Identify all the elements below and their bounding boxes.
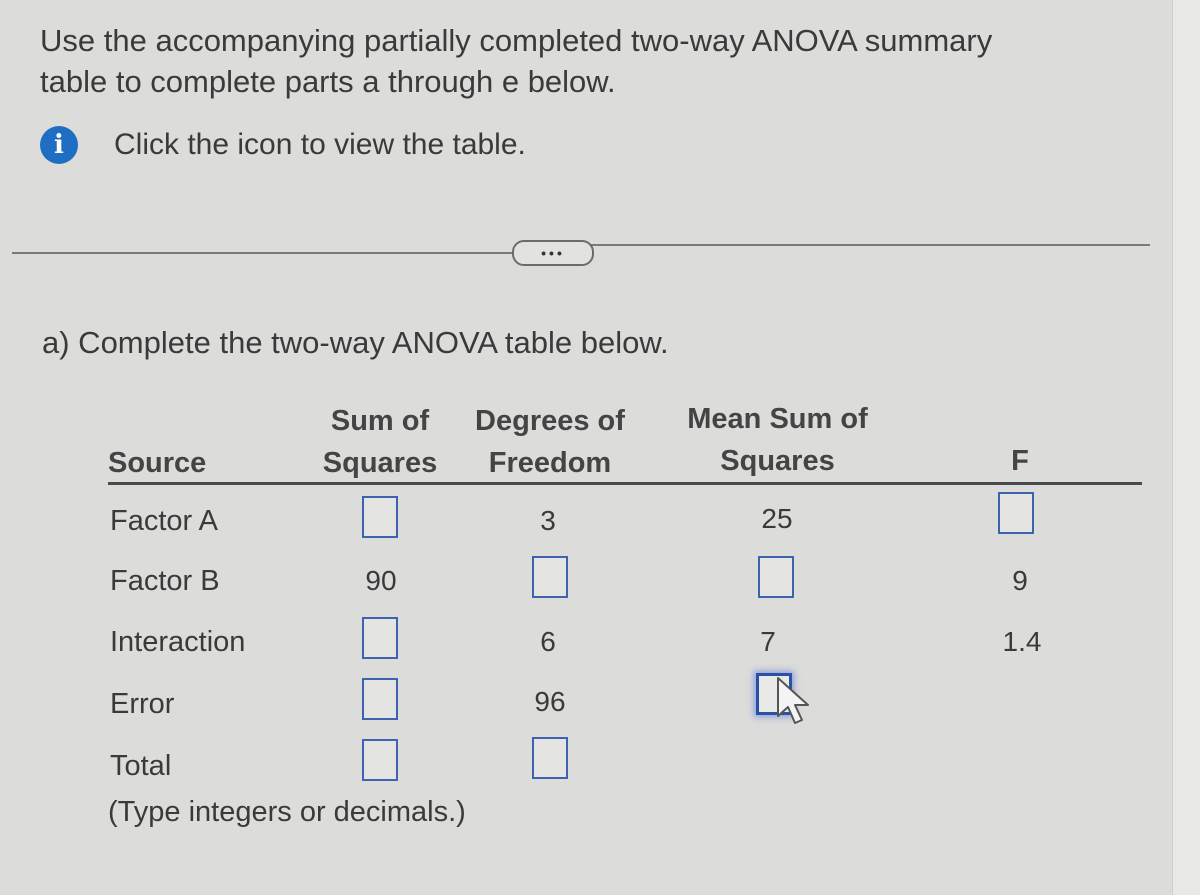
input-format-note: (Type integers or decimals.) xyxy=(108,796,466,828)
divider xyxy=(12,252,512,254)
expand-more-button[interactable]: ••• xyxy=(512,240,594,266)
question-text: Use the accompanying partially completed… xyxy=(40,20,1120,102)
factor-a-df: 3 xyxy=(540,505,556,536)
ellipsis-icon: ••• xyxy=(541,245,565,261)
header-df-line-2: Freedom xyxy=(488,447,612,479)
interaction-ss-input[interactable] xyxy=(362,617,398,659)
question-line-1: Use the accompanying partially completed… xyxy=(40,23,993,58)
factor-a-ms: 25 xyxy=(761,503,793,534)
error-ss-input[interactable] xyxy=(362,678,398,720)
header-sum-of-squares: Sum of Squares xyxy=(310,400,450,484)
error-ms-input[interactable] xyxy=(756,673,792,715)
factor-a-ss-input[interactable] xyxy=(362,496,398,538)
factor-b-ss: 90 xyxy=(365,565,397,596)
interaction-df: 6 xyxy=(540,626,556,657)
error-df: 96 xyxy=(534,686,566,717)
view-table-row: i Click the icon to view the table. xyxy=(40,126,526,164)
info-icon[interactable]: i xyxy=(40,126,78,164)
interaction-f: 1.4 xyxy=(1002,626,1042,657)
header-ss-line-1: Sum of xyxy=(330,405,430,437)
factor-b-df-input[interactable] xyxy=(532,556,568,598)
row-label-total: Total xyxy=(110,750,172,782)
header-df-line-1: Degrees of xyxy=(475,405,625,437)
question-line-2: table to complete parts a through e belo… xyxy=(40,64,616,99)
header-ms-line-2: Squares xyxy=(720,445,835,477)
divider xyxy=(590,244,1150,246)
row-label-error: Error xyxy=(110,688,175,720)
total-ss-input[interactable] xyxy=(362,739,398,781)
header-ss-line-2: Squares xyxy=(322,447,438,479)
window-edge xyxy=(1172,0,1200,895)
row-label-factor-a: Factor A xyxy=(110,505,218,537)
part-a-prompt: a) Complete the two-way ANOVA table belo… xyxy=(42,325,669,360)
interaction-ms: 7 xyxy=(760,626,776,657)
header-f: F xyxy=(1011,445,1029,477)
factor-b-ms-input[interactable] xyxy=(758,556,794,598)
header-rule xyxy=(108,482,1142,485)
row-label-interaction: Interaction xyxy=(110,626,246,658)
info-text: Click the icon to view the table. xyxy=(114,128,526,161)
header-degrees-of-freedom: Degrees of Freedom xyxy=(460,400,640,484)
row-label-factor-b: Factor B xyxy=(110,565,220,597)
header-mean-sum-of-squares: Mean Sum of Squares xyxy=(670,398,885,482)
factor-a-f-input[interactable] xyxy=(998,492,1034,534)
total-df-input[interactable] xyxy=(532,737,568,779)
factor-b-f: 9 xyxy=(1012,565,1028,596)
header-source: Source xyxy=(108,447,207,479)
header-ms-line-1: Mean Sum of xyxy=(687,403,868,435)
